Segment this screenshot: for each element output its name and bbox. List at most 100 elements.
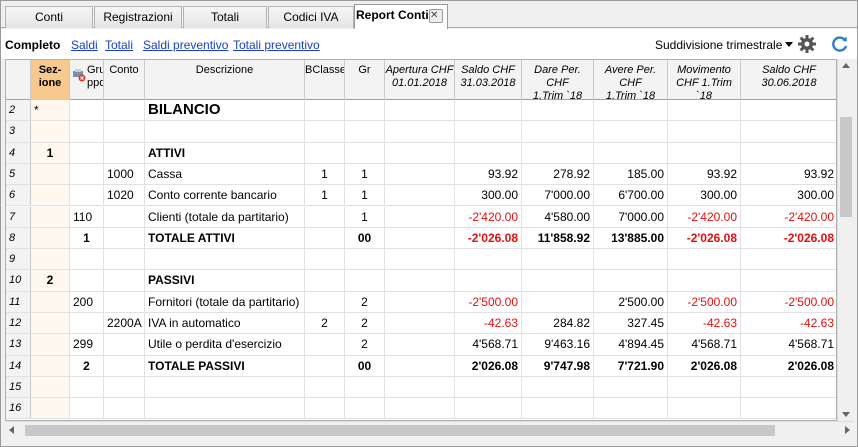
cell-bclasse[interactable] — [305, 206, 345, 227]
cell-descrizione[interactable]: TOTALE ATTIVI — [145, 227, 305, 249]
cell-saldo-q1[interactable]: 2'026.08 — [455, 355, 522, 376]
tab-report-conti[interactable]: Report Conti ✕ — [354, 4, 448, 29]
cell-sezione[interactable] — [31, 313, 70, 334]
cell-movimento[interactable]: -2'420.00 — [668, 206, 741, 227]
cell-gr[interactable] — [345, 376, 385, 398]
cell-conto[interactable]: 1000 — [104, 163, 145, 185]
cell-saldo-q1[interactable]: -42.63 — [455, 313, 522, 334]
cell-descrizione[interactable]: Clienti (totale da partitario) — [145, 206, 305, 227]
cell-sezione[interactable]: 1 — [31, 142, 70, 163]
cell-saldo-q2[interactable]: -2'026.08 — [741, 228, 836, 248]
vertical-scroll-thumb[interactable] — [840, 117, 852, 217]
cell-avere[interactable]: 7'721.90 — [594, 355, 668, 376]
cell-gruppo[interactable] — [70, 249, 104, 270]
cell-gruppo[interactable]: 1 — [70, 227, 104, 249]
cell-avere[interactable] — [594, 142, 668, 163]
cell-dare[interactable] — [522, 270, 594, 291]
cell-saldo-q2[interactable] — [741, 143, 836, 163]
cell-dare[interactable]: 9'463.16 — [522, 334, 594, 355]
cell-saldo-q1[interactable] — [455, 121, 522, 142]
scroll-up-icon[interactable] — [842, 63, 850, 68]
cell-apertura[interactable] — [385, 121, 455, 142]
col-header-movimento[interactable]: Movimento CHF 1.Trim `18 — [668, 60, 741, 100]
refresh-icon[interactable] — [830, 34, 850, 54]
cell-sezione[interactable] — [31, 185, 70, 206]
cell-dare[interactable] — [522, 398, 594, 419]
cell-saldo-q2[interactable]: -2'500.00 — [741, 292, 836, 312]
cell-avere[interactable] — [594, 249, 668, 270]
cell-gr[interactable]: 00 — [345, 355, 385, 376]
cell-descrizione[interactable] — [145, 398, 305, 419]
cell-movimento[interactable]: -2'026.08 — [668, 227, 741, 249]
cell-apertura[interactable] — [385, 376, 455, 398]
cell-descrizione[interactable]: Cassa — [145, 163, 305, 185]
cell-saldo-q1[interactable] — [455, 100, 522, 121]
cell-movimento[interactable] — [668, 270, 741, 291]
cell-conto[interactable] — [104, 121, 145, 142]
cell-dare[interactable] — [522, 142, 594, 163]
cell-gruppo[interactable]: 2 — [70, 355, 104, 376]
cell-gr[interactable] — [345, 249, 385, 270]
cell-gr[interactable]: 1 — [345, 185, 385, 206]
cell-saldo-q1[interactable]: 300.00 — [455, 185, 522, 206]
tab-registrazioni[interactable]: Registrazioni — [94, 6, 182, 28]
cell-apertura[interactable] — [385, 270, 455, 291]
cell-sezione[interactable] — [31, 206, 70, 227]
cell-movimento[interactable] — [668, 121, 741, 142]
cell-sezione[interactable] — [31, 355, 70, 376]
cell-saldo-q2[interactable]: 4'568.71 — [741, 334, 836, 354]
cell-sezione[interactable] — [31, 334, 70, 355]
cell-saldo-q1[interactable]: -2'420.00 — [455, 206, 522, 227]
cell-saldo-q2[interactable]: -2'420.00 — [741, 207, 836, 227]
cell-saldo-q2[interactable]: 300.00 — [741, 185, 836, 205]
cell-saldo-q1[interactable] — [455, 270, 522, 291]
cell-apertura[interactable] — [385, 142, 455, 163]
cell-gruppo[interactable] — [70, 313, 104, 334]
cell-apertura[interactable] — [385, 206, 455, 227]
cell-sezione[interactable]: 2 — [31, 270, 70, 291]
cell-conto[interactable] — [104, 334, 145, 355]
cell-conto[interactable] — [104, 100, 145, 121]
cell-bclasse[interactable] — [305, 227, 345, 249]
cell-saldo-q1[interactable]: 93.92 — [455, 163, 522, 185]
cell-dare[interactable]: 284.82 — [522, 313, 594, 334]
cell-apertura[interactable] — [385, 185, 455, 206]
cell-saldo-q2[interactable]: 2'026.08 — [741, 356, 836, 376]
link-totali-preventivo[interactable]: Totali preventivo — [233, 38, 320, 52]
tab-totali[interactable]: Totali — [183, 6, 267, 28]
cell-saldo-q2[interactable] — [741, 121, 836, 141]
cell-gruppo[interactable] — [70, 376, 104, 398]
cell-bclasse[interactable] — [305, 355, 345, 376]
cell-apertura[interactable] — [385, 398, 455, 419]
cell-movimento[interactable] — [668, 398, 741, 419]
subdivision-dropdown[interactable]: Suddivisione trimestrale — [655, 38, 794, 52]
link-saldi[interactable]: Saldi — [71, 38, 98, 52]
cell-sezione[interactable] — [31, 398, 70, 419]
cell-avere[interactable]: 2'500.00 — [594, 291, 668, 312]
cell-saldo-q1[interactable] — [455, 142, 522, 163]
cell-movimento[interactable]: 4'568.71 — [668, 334, 741, 355]
cell-bclasse[interactable]: 1 — [305, 163, 345, 185]
cell-bclasse[interactable] — [305, 121, 345, 142]
col-header-conto[interactable]: Conto — [104, 60, 145, 100]
close-icon[interactable]: ✕ — [429, 9, 443, 23]
cell-dare[interactable]: 7'000.00 — [522, 185, 594, 206]
cell-descrizione[interactable]: Utile o perdita d'esercizio — [145, 334, 305, 355]
cell-gr[interactable] — [345, 398, 385, 419]
col-header-gruppo[interactable]: Gru ppo — [70, 60, 104, 100]
cell-avere[interactable]: 185.00 — [594, 163, 668, 185]
cell-bclasse[interactable] — [305, 100, 345, 121]
link-saldi-preventivo[interactable]: Saldi preventivo — [143, 38, 228, 52]
cell-gr[interactable]: 00 — [345, 227, 385, 249]
scroll-right-icon[interactable] — [845, 426, 850, 434]
cell-avere[interactable]: 6'700.00 — [594, 185, 668, 206]
cell-saldo-q1[interactable]: -2'500.00 — [455, 291, 522, 312]
cell-gruppo[interactable] — [70, 398, 104, 419]
cell-conto[interactable]: 1020 — [104, 185, 145, 206]
cell-apertura[interactable] — [385, 227, 455, 249]
cell-movimento[interactable]: 300.00 — [668, 185, 741, 206]
cell-conto[interactable] — [104, 206, 145, 227]
cell-gruppo[interactable] — [70, 100, 104, 121]
gear-icon[interactable] — [797, 34, 817, 54]
cell-avere[interactable]: 13'885.00 — [594, 227, 668, 249]
